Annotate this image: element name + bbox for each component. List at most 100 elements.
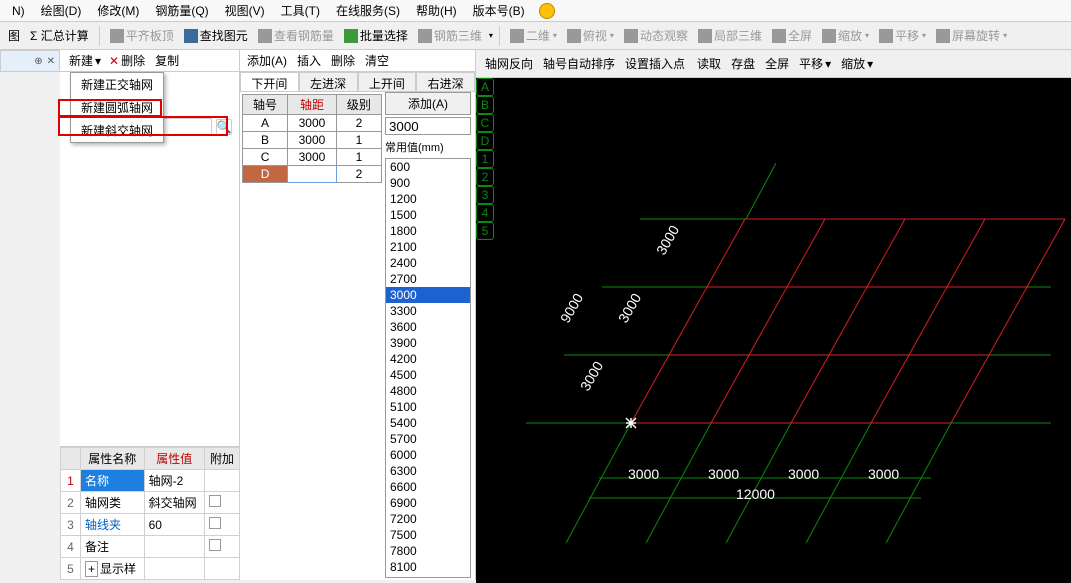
menu-version[interactable]: 版本号(B) bbox=[465, 2, 533, 19]
common-value-item[interactable]: 1200 bbox=[386, 191, 470, 207]
menu-modify[interactable]: 修改(M) bbox=[89, 2, 147, 19]
common-value-item[interactable]: 4800 bbox=[386, 383, 470, 399]
axis-row-d[interactable]: D2 bbox=[243, 166, 382, 183]
tb-fullscreen2[interactable]: 全屏 bbox=[760, 54, 792, 73]
search-icon[interactable]: 🔍 bbox=[216, 119, 232, 135]
dim-b-3000-2: 3000 bbox=[708, 466, 739, 482]
axis-clear[interactable]: 清空 bbox=[360, 51, 392, 70]
common-value-item[interactable]: 6600 bbox=[386, 479, 470, 495]
dropdown-icon[interactable]: ▾ bbox=[489, 31, 493, 40]
tb-find[interactable]: 查找图元 bbox=[180, 25, 252, 46]
pin-icon[interactable]: ⊕ bbox=[34, 56, 42, 67]
tb-axis-reverse[interactable]: 轴网反向 bbox=[480, 54, 536, 73]
common-value-item[interactable]: 7500 bbox=[386, 527, 470, 543]
checkbox[interactable] bbox=[209, 539, 221, 551]
menu-view[interactable]: 视图(V) bbox=[217, 2, 273, 19]
tb-zoom1[interactable]: 缩放▾ bbox=[818, 25, 873, 46]
axis-add[interactable]: 添加(A) bbox=[242, 51, 290, 70]
common-value-item[interactable]: 7200 bbox=[386, 511, 470, 527]
common-value-item[interactable]: 7800 bbox=[386, 543, 470, 559]
common-value-item[interactable]: 8400 bbox=[386, 575, 470, 578]
tb-local3d[interactable]: 局部三维 bbox=[694, 25, 766, 46]
main-toolbar: 图 Σ 汇总计算 平齐板顶 查找图元 查看钢筋量 批量选择 钢筋三维 ▾ 二维▾… bbox=[0, 22, 1071, 50]
tb-top[interactable]: 俯视▾ bbox=[563, 25, 618, 46]
common-value-item[interactable]: 4500 bbox=[386, 367, 470, 383]
add-value-button[interactable]: 添加(A) bbox=[385, 92, 471, 115]
tb-axis-autonum[interactable]: 轴号自动排序 bbox=[538, 54, 618, 73]
common-value-item[interactable]: 6300 bbox=[386, 463, 470, 479]
tab-right-depth[interactable]: 右进深 bbox=[416, 72, 475, 91]
tb-zoom2[interactable]: 缩放▾ bbox=[836, 54, 876, 73]
checkbox[interactable] bbox=[209, 495, 221, 507]
tb-tu[interactable]: 图 bbox=[4, 25, 24, 46]
axis-insert[interactable]: 插入 bbox=[292, 51, 324, 70]
tb-rebar3d[interactable]: 钢筋三维 bbox=[414, 25, 486, 46]
common-value-item[interactable]: 1500 bbox=[386, 207, 470, 223]
tb-rotate[interactable]: 屏幕旋转▾ bbox=[932, 25, 1011, 46]
menu-tools[interactable]: 工具(T) bbox=[273, 2, 328, 19]
search-input[interactable] bbox=[160, 118, 212, 136]
menu-draw[interactable]: 绘图(D) bbox=[33, 2, 90, 19]
prop-row-2[interactable]: 2 轴网类 斜交轴网 bbox=[61, 492, 240, 514]
prop-row-4[interactable]: 4 备注 bbox=[61, 536, 240, 558]
tb-pan2[interactable]: 平移▾ bbox=[794, 54, 834, 73]
new-arc-grid[interactable]: 新建圆弧轴网 bbox=[71, 96, 163, 119]
common-value-item[interactable]: 2700 bbox=[386, 271, 470, 287]
new-dropdown: 新建正交轴网 新建圆弧轴网 新建斜交轴网 bbox=[70, 72, 164, 143]
common-value-item[interactable]: 8100 bbox=[386, 559, 470, 575]
axis-delete[interactable]: 删除 bbox=[326, 51, 358, 70]
tb-read[interactable]: 读取 bbox=[692, 54, 724, 73]
tb-view-rebar[interactable]: 查看钢筋量 bbox=[254, 25, 338, 46]
common-value-item[interactable]: 3000 bbox=[386, 287, 470, 303]
common-value-item[interactable]: 3600 bbox=[386, 319, 470, 335]
common-value-item[interactable]: 3900 bbox=[386, 335, 470, 351]
axis-row-c[interactable]: C30001 bbox=[243, 149, 382, 166]
common-value-item[interactable]: 4200 bbox=[386, 351, 470, 367]
tb-set-insertpt[interactable]: 设置插入点 bbox=[620, 54, 688, 73]
common-value-item[interactable]: 2100 bbox=[386, 239, 470, 255]
prop-row-3[interactable]: 3 轴线夹 60 bbox=[61, 514, 240, 536]
new-oblique-grid[interactable]: 新建斜交轴网 bbox=[71, 119, 163, 142]
tab-upper-span[interactable]: 上开间 bbox=[358, 72, 417, 91]
axis-row-b[interactable]: B30001 bbox=[243, 132, 382, 149]
axis-row-a[interactable]: A30002 bbox=[243, 115, 382, 132]
tb-pan1[interactable]: 平移▾ bbox=[875, 25, 930, 46]
tb-flush-top[interactable]: 平齐板顶 bbox=[106, 25, 178, 46]
prop-row-5[interactable]: 5 +显示样 bbox=[61, 558, 240, 580]
new-ortho-grid[interactable]: 新建正交轴网 bbox=[71, 73, 163, 96]
common-value-item[interactable]: 5700 bbox=[386, 431, 470, 447]
new-button[interactable]: 新建▾ bbox=[64, 51, 104, 70]
copy-button[interactable]: 复制 bbox=[150, 51, 182, 70]
menu-help[interactable]: 帮助(H) bbox=[408, 2, 465, 19]
tb-fullscreen1[interactable]: 全屏 bbox=[768, 25, 816, 46]
common-value-item[interactable]: 1800 bbox=[386, 223, 470, 239]
menu-n[interactable]: N) bbox=[4, 4, 33, 18]
tb-save[interactable]: 存盘 bbox=[726, 54, 758, 73]
common-value-item[interactable]: 3300 bbox=[386, 303, 470, 319]
rot-icon bbox=[936, 29, 950, 43]
common-value-item[interactable]: 5100 bbox=[386, 399, 470, 415]
canvas-toolbar: 轴网反向 轴号自动排序 设置插入点 读取 存盘 全屏 平移▾ 缩放▾ bbox=[476, 50, 1071, 78]
delete-button[interactable]: ✕删除 bbox=[106, 51, 148, 70]
menu-rebar[interactable]: 钢筋量(Q) bbox=[147, 2, 216, 19]
tb-sum[interactable]: Σ 汇总计算 bbox=[26, 25, 93, 46]
common-value-item[interactable]: 6000 bbox=[386, 447, 470, 463]
common-value-item[interactable]: 6900 bbox=[386, 495, 470, 511]
prop-row-1[interactable]: 1 名称 轴网-2 bbox=[61, 470, 240, 492]
checkbox[interactable] bbox=[209, 517, 221, 529]
tab-lower-span[interactable]: 下开间 bbox=[240, 72, 299, 91]
tab-left-depth[interactable]: 左进深 bbox=[299, 72, 358, 91]
common-values-list[interactable]: 6009001200150018002100240027003000330036… bbox=[385, 158, 471, 578]
separator bbox=[99, 26, 100, 46]
add-value-input[interactable] bbox=[385, 117, 471, 135]
common-value-item[interactable]: 600 bbox=[386, 159, 470, 175]
common-value-item[interactable]: 2400 bbox=[386, 255, 470, 271]
common-value-item[interactable]: 5400 bbox=[386, 415, 470, 431]
menu-online[interactable]: 在线服务(S) bbox=[328, 2, 408, 19]
tb-dynview[interactable]: 动态观察 bbox=[620, 25, 692, 46]
close-icon[interactable]: ✕ bbox=[47, 56, 55, 67]
drawing-canvas[interactable]: A B C D 1 2 3 4 5 3000 3000 3000 9000 30… bbox=[476, 78, 1071, 583]
tb-batch-select[interactable]: 批量选择 bbox=[340, 25, 412, 46]
common-value-item[interactable]: 900 bbox=[386, 175, 470, 191]
tb-2d[interactable]: 二维▾ bbox=[506, 25, 561, 46]
